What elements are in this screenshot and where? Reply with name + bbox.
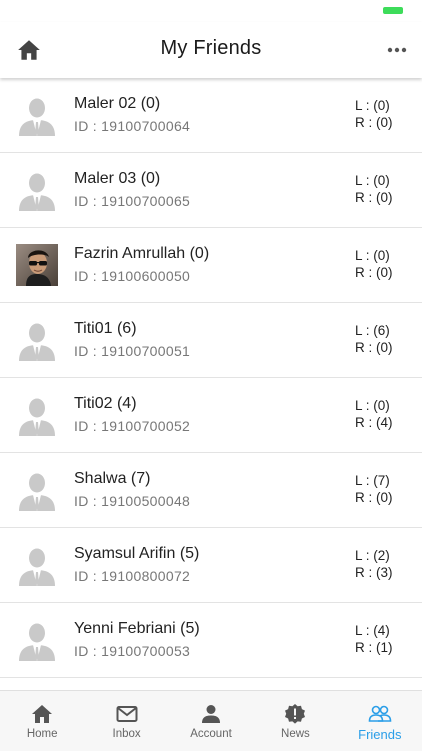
left-count: L : (0) — [355, 173, 390, 188]
right-count: R : (0) — [355, 265, 393, 280]
friend-row[interactable]: Yenni Febriani (5) ID : 19100700053 L : … — [0, 603, 422, 678]
default-avatar-icon — [16, 394, 58, 436]
battery-icon — [383, 7, 403, 14]
tab-account[interactable]: Account — [169, 691, 253, 751]
friend-row[interactable]: Fazrin Amrullah (0) ID : 19100600050 L :… — [0, 228, 422, 303]
friend-name: Maler 03 (0) — [74, 170, 161, 187]
right-count: R : (0) — [355, 340, 393, 355]
profile-photo — [16, 244, 58, 286]
left-count: L : (6) — [355, 323, 390, 338]
tab-label: Inbox — [112, 728, 141, 740]
right-count: R : (0) — [355, 190, 393, 205]
tab-label: Friends — [358, 727, 402, 742]
friend-id: ID : 19100700052 — [74, 418, 191, 434]
default-avatar-icon — [16, 319, 58, 361]
friend-row[interactable]: Syamsul Arifin (5) ID : 19100800072 L : … — [0, 528, 422, 603]
more-horizontal-icon — [387, 47, 407, 53]
default-avatar-icon — [16, 619, 58, 661]
friend-name: Shalwa (7) — [74, 470, 151, 487]
right-count: R : (4) — [355, 415, 393, 430]
friend-id: ID : 19100800072 — [74, 568, 191, 584]
friend-id: ID : 19100700065 — [74, 193, 191, 209]
mail-icon — [116, 706, 138, 722]
left-count: L : (0) — [355, 248, 390, 263]
friend-row[interactable]: Shalwa (7) ID : 19100500048 L : (7) R : … — [0, 453, 422, 528]
friend-id: ID : 19100700053 — [74, 643, 191, 659]
right-count: R : (0) — [355, 490, 393, 505]
right-count: R : (3) — [355, 565, 393, 580]
people-icon — [368, 705, 392, 722]
friend-row[interactable]: Maler 03 (0) ID : 19100700065 L : (0) R … — [0, 153, 422, 228]
status-bar — [0, 0, 422, 22]
friend-id: ID : 19100600050 — [74, 268, 191, 284]
default-avatar-icon — [16, 469, 58, 511]
home-icon — [32, 705, 53, 723]
friend-name: Maler 02 (0) — [74, 95, 161, 112]
left-count: L : (0) — [355, 398, 390, 413]
person-icon — [202, 705, 221, 723]
left-count: L : (7) — [355, 473, 390, 488]
tab-friends[interactable]: Friends — [338, 691, 422, 751]
top-app-bar: My Friends — [0, 22, 422, 78]
tab-label: Home — [26, 728, 58, 740]
tab-news[interactable]: News — [253, 691, 337, 751]
left-count: L : (2) — [355, 548, 390, 563]
right-count: R : (1) — [355, 640, 393, 655]
friend-id: ID : 19100700051 — [74, 343, 191, 359]
friend-name: Titi02 (4) — [74, 395, 137, 412]
left-count: L : (0) — [355, 98, 390, 113]
tab-inbox[interactable]: Inbox — [84, 691, 168, 751]
page-title: My Friends — [160, 37, 262, 59]
bottom-tab-bar: Home Inbox Account News Friends — [0, 690, 422, 751]
friend-id: ID : 19100500048 — [74, 493, 191, 509]
right-count: R : (0) — [355, 115, 393, 130]
default-avatar-icon — [16, 94, 58, 136]
friend-name: Syamsul Arifin (5) — [74, 545, 200, 562]
friend-row[interactable]: Titi01 (6) ID : 19100700051 L : (6) R : … — [0, 303, 422, 378]
friends-list: Maler 02 (0) ID : 19100700064 L : (0) R … — [0, 78, 422, 690]
friend-name: Yenni Febriani (5) — [74, 620, 200, 637]
friend-row[interactable]: Titi02 (4) ID : 19100700052 L : (0) R : … — [0, 378, 422, 453]
badge-alert-icon — [285, 704, 306, 724]
tab-home[interactable]: Home — [0, 691, 84, 751]
default-avatar-icon — [16, 169, 58, 211]
friend-row[interactable]: Maler 02 (0) ID : 19100700064 L : (0) R … — [0, 78, 422, 153]
left-count: L : (4) — [355, 623, 390, 638]
tab-label: News — [281, 728, 310, 740]
friend-id: ID : 19100700064 — [74, 118, 191, 134]
tab-label: Account — [190, 728, 232, 740]
default-avatar-icon — [16, 544, 58, 586]
friend-name: Fazrin Amrullah (0) — [74, 245, 210, 262]
more-options-button[interactable] — [386, 40, 408, 60]
friend-name: Titi01 (6) — [74, 320, 137, 337]
